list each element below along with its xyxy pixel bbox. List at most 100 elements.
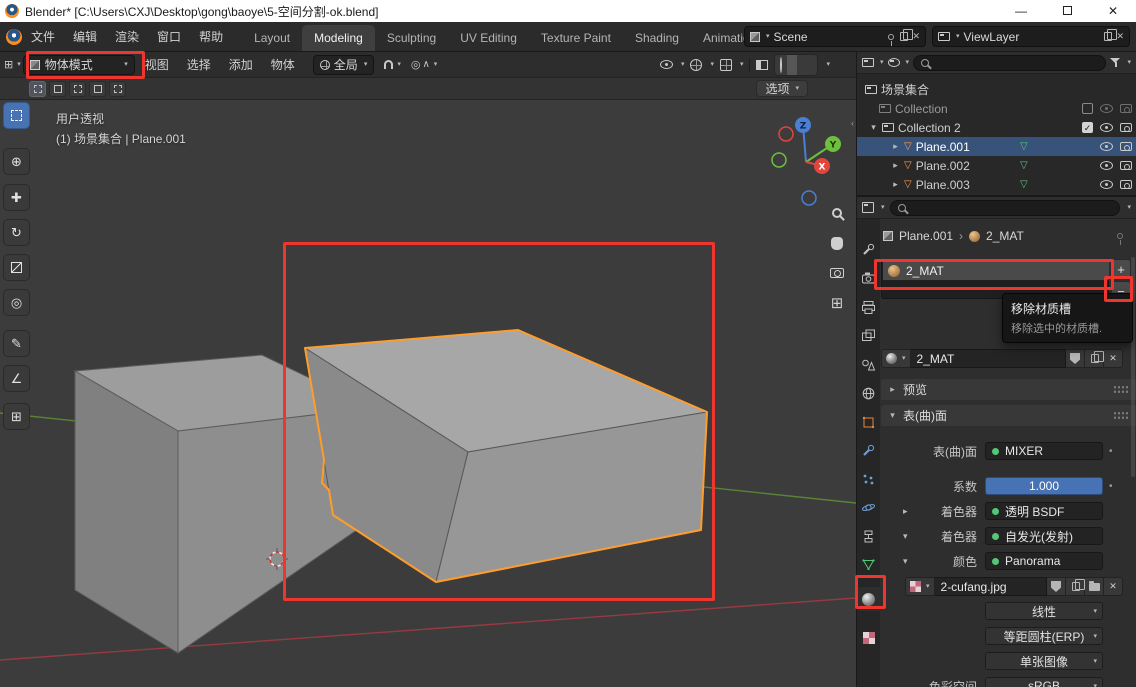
row-scene-collection[interactable]: 场景集合 xyxy=(857,80,1136,99)
collection-2-checkbox[interactable]: ✓ xyxy=(1082,122,1093,133)
interpolation-dropdown[interactable]: 线性▾ xyxy=(985,602,1103,620)
panel-surface[interactable]: ▾ 表(曲)面 xyxy=(881,405,1136,426)
breadcrumb-material[interactable]: 2_MAT xyxy=(986,229,1024,243)
image-fake-user-button[interactable] xyxy=(1047,577,1066,596)
visibility-dropdown-icon[interactable] xyxy=(660,60,673,69)
row-collection-2[interactable]: ▾ Collection 2 ✓ xyxy=(857,118,1136,137)
tool-transform[interactable]: ◎ xyxy=(3,289,30,316)
overlays-dropdown-icon[interactable] xyxy=(720,59,732,71)
material-name-field[interactable]: 2_MAT xyxy=(911,349,1066,368)
menu-render[interactable]: 渲染 xyxy=(106,28,148,45)
browse-material-button[interactable]: ▾ xyxy=(881,349,911,368)
fac-slider[interactable]: 1.000 xyxy=(985,477,1103,495)
disable-render-icon[interactable] xyxy=(1120,104,1132,113)
select-mode-difference-button[interactable] xyxy=(89,81,106,97)
menu-add[interactable]: 添加 xyxy=(221,56,261,73)
tab-object-icon[interactable] xyxy=(857,410,880,434)
properties-options-chevron[interactable]: ▾ xyxy=(1127,204,1131,211)
row-plane-003[interactable]: ▸ ▽ Plane.003 ▽ xyxy=(857,175,1136,194)
snap-chevron[interactable]: ▾ xyxy=(397,61,401,68)
shading-material-button[interactable] xyxy=(797,55,807,75)
menu-window[interactable]: 窗口 xyxy=(148,28,190,45)
fake-user-shield-button[interactable] xyxy=(1066,349,1085,368)
select-mode-set-button[interactable] xyxy=(29,81,46,97)
tab-sculpting[interactable]: Sculpting xyxy=(375,25,448,52)
select-mode-intersect-button[interactable] xyxy=(109,81,126,97)
tool-rotate[interactable]: ↻ xyxy=(3,219,30,246)
disable-render-icon[interactable] xyxy=(1120,123,1132,132)
display-mode-icon[interactable] xyxy=(888,58,900,67)
shading-solid-button[interactable] xyxy=(787,55,797,75)
viewlayer-selector[interactable]: ▾ ViewLayer ✕ xyxy=(932,26,1130,47)
camera-view-icon[interactable] xyxy=(826,262,848,284)
collection-1-checkbox[interactable] xyxy=(1082,103,1093,114)
filter-icon[interactable] xyxy=(1110,58,1121,68)
editor-type-icon[interactable]: ⊞ xyxy=(4,58,13,71)
panel-preview[interactable]: ▸ 预览 xyxy=(881,379,1136,400)
viewlayer-browse-chevron[interactable]: ▾ xyxy=(956,33,960,40)
tab-animation[interactable]: Animation xyxy=(691,25,744,52)
close-button[interactable]: ✕ xyxy=(1090,0,1136,22)
unlink-scene-icon[interactable]: ✕ xyxy=(912,31,920,42)
menu-file[interactable]: 文件 xyxy=(22,28,64,45)
tab-shading[interactable]: Shading xyxy=(623,25,691,52)
new-viewlayer-icon[interactable] xyxy=(1104,32,1112,41)
tab-texture-paint[interactable]: Texture Paint xyxy=(529,25,623,52)
surface-shader-button[interactable]: MIXER xyxy=(985,442,1103,460)
shading-rendered-button[interactable] xyxy=(807,55,817,75)
shading-wireframe-button[interactable] xyxy=(775,55,787,75)
tab-layout[interactable]: Layout xyxy=(242,25,302,52)
minimize-button[interactable]: — xyxy=(998,0,1044,22)
tool-cursor[interactable]: ⊕ xyxy=(3,148,30,175)
scene-name[interactable]: Scene xyxy=(774,30,885,44)
shader-2-button[interactable]: 自发光(发射) xyxy=(985,527,1103,545)
colorspace-dropdown[interactable]: sRGB▾ xyxy=(985,677,1103,687)
row-plane-001[interactable]: ▸ ▽ Plane.001 ▽ xyxy=(857,137,1136,156)
image-name-field[interactable]: 2-cufang.jpg xyxy=(935,577,1047,596)
tab-tool-icon[interactable] xyxy=(857,237,880,261)
menu-select[interactable]: 选择 xyxy=(179,56,219,73)
color-source-button[interactable]: Panorama xyxy=(985,552,1103,570)
new-scene-icon[interactable] xyxy=(900,32,908,41)
tab-world-icon[interactable] xyxy=(857,381,880,405)
tab-uv-editing[interactable]: UV Editing xyxy=(448,25,529,52)
xray-toggle-icon[interactable] xyxy=(756,60,768,70)
breadcrumb-object[interactable]: Plane.001 xyxy=(899,229,953,243)
falloff-chevron[interactable]: ▾ xyxy=(434,61,438,68)
disable-render-icon[interactable] xyxy=(1120,180,1132,189)
source-dropdown[interactable]: 单张图像▾ xyxy=(985,652,1103,670)
open-image-button[interactable] xyxy=(1085,577,1104,596)
gizmos-dropdown-icon[interactable] xyxy=(690,59,702,71)
tab-output-icon[interactable] xyxy=(857,295,880,319)
tab-scene-icon[interactable] xyxy=(857,352,880,376)
proportional-edit-icon[interactable]: ◎ xyxy=(411,58,421,71)
decorator-dot[interactable]: • xyxy=(1109,446,1113,457)
panel-grip-icon[interactable] xyxy=(1113,411,1130,420)
hide-eye-icon[interactable] xyxy=(1100,104,1113,113)
pin-icon[interactable] xyxy=(888,34,894,40)
remove-viewlayer-icon[interactable]: ✕ xyxy=(1116,31,1124,42)
snap-magnet-icon[interactable] xyxy=(384,60,393,69)
new-material-button[interactable] xyxy=(1085,349,1104,368)
editor-type-chevron[interactable]: ▾ xyxy=(17,61,21,68)
row-plane-002[interactable]: ▸ ▽ Plane.002 ▽ xyxy=(857,156,1136,175)
row-collection-1[interactable]: Collection xyxy=(857,99,1136,118)
region-collapse-arrow[interactable]: ‹ xyxy=(851,118,854,128)
select-mode-extend-button[interactable] xyxy=(49,81,66,97)
tool-scale[interactable] xyxy=(3,254,30,281)
transform-orientation-dropdown[interactable]: 全局 ▾ xyxy=(313,55,375,75)
options-dropdown[interactable]: 选项 ▾ xyxy=(756,80,808,97)
viewlayer-name[interactable]: ViewLayer xyxy=(964,30,1099,44)
tool-add-primitive[interactable]: ⊞ xyxy=(3,403,30,430)
shading-dropdown-chevron[interactable]: ▾ xyxy=(826,61,830,68)
hide-eye-icon[interactable] xyxy=(1100,142,1113,151)
select-mode-subtract-button[interactable] xyxy=(69,81,86,97)
unlink-material-button[interactable]: ✕ xyxy=(1104,349,1123,368)
browse-image-button[interactable]: ▾ xyxy=(905,577,935,596)
decorator-dot[interactable]: • xyxy=(1109,481,1113,492)
unlink-image-button[interactable]: ✕ xyxy=(1104,577,1123,596)
maximize-button[interactable] xyxy=(1044,0,1090,22)
pan-hand-icon[interactable] xyxy=(826,232,848,254)
pin-id-icon[interactable] xyxy=(1117,233,1123,239)
outliner-editor-icon[interactable] xyxy=(862,58,874,67)
